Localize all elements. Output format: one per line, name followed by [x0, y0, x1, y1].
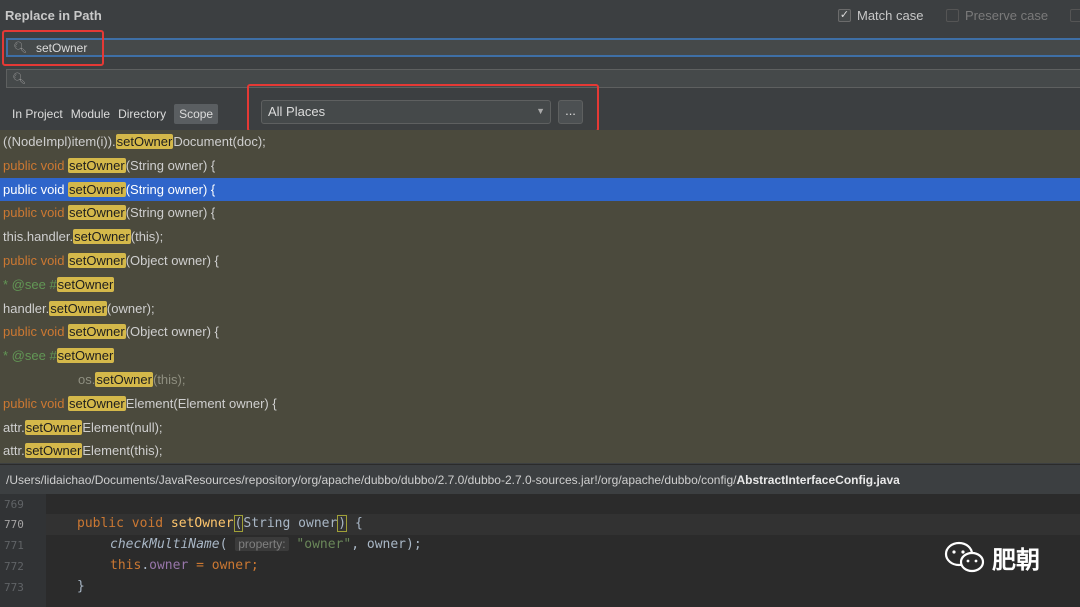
- match-case-label: Match case: [857, 8, 924, 23]
- list-item[interactable]: ((NodeImpl)item(i)).setOwnerDocument(doc…: [0, 130, 1080, 154]
- preserve-case-option[interactable]: Preserve case: [946, 8, 1048, 23]
- file-path-dir: /Users/lidaichao/Documents/JavaResources…: [6, 473, 737, 487]
- preserve-case-checkbox[interactable]: [946, 9, 959, 22]
- watermark: 肥朝: [944, 540, 1040, 575]
- list-item[interactable]: public void setOwner(String owner) {: [0, 154, 1080, 178]
- list-item[interactable]: handler.setOwner(owner);: [0, 297, 1080, 321]
- line-number: 773: [4, 581, 24, 594]
- list-item[interactable]: * @see #setOwner: [0, 344, 1080, 368]
- code-line: this.owner = owner;: [110, 558, 259, 573]
- search-input[interactable]: [28, 40, 928, 55]
- code-line: checkMultiName( property: "owner", owner…: [110, 537, 422, 552]
- list-item-selected[interactable]: public void setOwner(String owner) {: [0, 177, 1080, 202]
- file-path-bar: /Users/lidaichao/Documents/JavaResources…: [0, 464, 1080, 494]
- tab-scope[interactable]: Scope: [174, 104, 219, 124]
- list-item[interactable]: public void setOwner(Object owner) {: [0, 320, 1080, 344]
- tab-in-project[interactable]: In Project: [12, 104, 63, 124]
- line-number-current: 770: [4, 518, 24, 531]
- scope-highlight-box: [247, 84, 599, 132]
- wechat-icon: [944, 541, 985, 572]
- list-item[interactable]: attr.setOwnerElement(null);: [0, 416, 1080, 440]
- tab-module[interactable]: Module: [71, 104, 110, 124]
- extra-option-checkbox[interactable]: [1070, 9, 1080, 22]
- list-item[interactable]: public void setOwner(Object owner) {: [0, 249, 1080, 273]
- search-field[interactable]: 🔍︎: [6, 38, 1080, 57]
- preserve-case-label: Preserve case: [965, 8, 1049, 23]
- search-highlight-box: [2, 30, 104, 66]
- code-line: }: [77, 579, 85, 594]
- tab-directory[interactable]: Directory: [118, 104, 166, 124]
- code-preview[interactable]: 769 770 771 772 773 public void setOwner…: [0, 494, 1080, 607]
- list-item[interactable]: public void setOwnerElement(Element owne…: [0, 392, 1080, 416]
- dialog-header: Replace in Path ✓ Match case Preserve ca…: [0, 0, 1080, 32]
- list-item[interactable]: this.handler.setOwner(this);: [0, 225, 1080, 249]
- list-item[interactable]: * @see #setOwner: [0, 273, 1080, 297]
- match-case-option[interactable]: ✓ Match case: [838, 8, 923, 23]
- watermark-text: 肥朝: [992, 547, 1040, 574]
- line-number: 769: [4, 498, 24, 511]
- line-number: 771: [4, 539, 24, 552]
- list-item[interactable]: os.setOwner(this);: [0, 368, 1080, 392]
- line-number: 772: [4, 560, 24, 573]
- match-case-checkbox[interactable]: ✓: [838, 9, 851, 22]
- dialog-title: Replace in Path: [5, 8, 102, 23]
- results-list[interactable]: ((NodeImpl)item(i)).setOwnerDocument(doc…: [0, 130, 1080, 463]
- list-item[interactable]: attr.setOwnerElement(this);: [0, 439, 1080, 463]
- list-item[interactable]: public void setOwner(String owner) {: [0, 201, 1080, 225]
- parameter-hint: property:: [235, 537, 289, 551]
- scope-tabs: In Project Module Directory Scope: [12, 104, 222, 124]
- search-icon[interactable]: 🔍︎: [7, 72, 27, 85]
- code-line: public void setOwner(String owner) {: [77, 515, 363, 532]
- file-path-name: AbstractInterfaceConfig.java: [736, 473, 900, 487]
